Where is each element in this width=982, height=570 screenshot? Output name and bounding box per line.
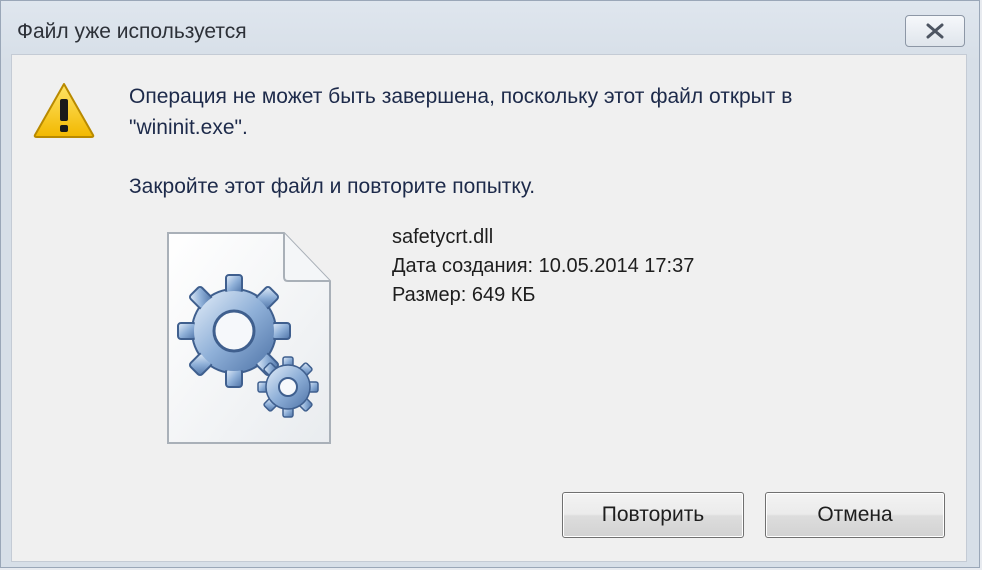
message-line-2: Закройте этот файл и повторите попытку. — [129, 175, 536, 198]
cancel-button[interactable]: Отмена — [765, 492, 945, 538]
system-file-gears-icon — [167, 232, 331, 444]
file-details: safetycrt.dll Дата создания: 10.05.2014 … — [392, 223, 694, 310]
file-in-use-dialog: Файл уже используется Операция не может … — [0, 0, 980, 568]
dialog-title: Файл уже используется — [17, 20, 247, 43]
dialog-body: Операция не может быть завершена, поскол… — [11, 54, 967, 562]
title-bar[interactable]: Файл уже используется — [1, 1, 979, 55]
close-icon — [926, 23, 944, 39]
file-created-date: Дата создания: 10.05.2014 17:37 — [392, 255, 695, 277]
message-line-1b: "wininit.exe". — [129, 116, 248, 139]
file-name: safetycrt.dll — [392, 226, 494, 248]
message-line-1: Операция не может быть завершена, поскол… — [129, 85, 793, 108]
error-message: Операция не может быть завершена, поскол… — [129, 81, 929, 143]
retry-button[interactable]: Повторить — [562, 492, 744, 538]
warning-icon — [33, 83, 95, 138]
close-button[interactable] — [905, 15, 965, 47]
file-size: Размер: 649 КБ — [392, 284, 536, 306]
